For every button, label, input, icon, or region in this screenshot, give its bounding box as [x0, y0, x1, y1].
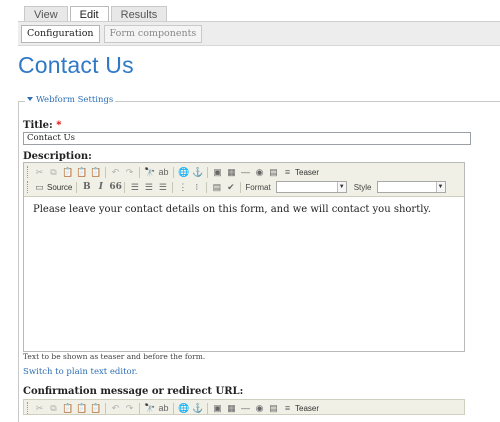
bulleted-list-icon[interactable]: ⁝	[191, 182, 202, 193]
toolbar-grip	[27, 166, 30, 178]
paste-icon[interactable]: 📋	[62, 167, 73, 178]
style-label: Style	[353, 182, 372, 192]
toolbar-row-1: ✂ ⧉ 📋 📋 📋 ↶ ↷ 🔭 ab 🌐 ⚓ ▣ ▦ ― ◉ ▤ ≡ Tease…	[27, 401, 319, 415]
title-label-text: Title:	[23, 120, 53, 131]
tab-configuration[interactable]: Configuration	[21, 25, 100, 43]
teaser-break-icon: ≡	[284, 166, 291, 177]
toolbar-separator	[240, 181, 242, 193]
toolbar-separator	[206, 181, 208, 193]
style-select[interactable]: ▼	[376, 181, 446, 193]
blockquote-icon[interactable]: 66	[109, 182, 122, 193]
confirmation-editor-toolbar: ✂ ⧉ 📋 📋 📋 ↶ ↷ 🔭 ab 🌐 ⚓ ▣ ▦ ― ◉ ▤ ≡ Tease…	[23, 399, 465, 415]
toolbar-row-2: ▭ Source B I 66 ☰ ☰ ☰ ⋮ ⁝ ▤ ✔ Format ▼ S…	[27, 180, 446, 194]
format-label: Format	[245, 182, 271, 192]
flash-icon[interactable]: ◉	[254, 167, 265, 178]
italic-icon[interactable]: I	[95, 182, 106, 193]
confirmation-label: Confirmation message or redirect URL:	[23, 386, 244, 397]
toolbar-row-1: ✂ ⧉ 📋 📋 📋 ↶ ↷ 🔭 ab 🌐 ⚓ ▣ ▦ ― ◉ ▤ ≡ Tease…	[27, 165, 319, 179]
bold-icon[interactable]: B	[81, 182, 92, 193]
chevron-down-icon: ▼	[336, 182, 346, 192]
page-title: Contact Us	[18, 52, 134, 78]
redo-icon[interactable]: ↷	[124, 167, 135, 178]
toolbar-grip	[27, 181, 30, 193]
paste-text-icon[interactable]: 📋	[76, 167, 87, 178]
toolbar-separator	[124, 181, 126, 193]
fieldset-legend-label[interactable]: Webform Settings	[36, 95, 113, 105]
toolbar-grip	[27, 402, 30, 414]
toolbar-separator	[139, 166, 140, 178]
teaser-label: Teaser	[295, 167, 320, 177]
link-icon[interactable]: 🌐	[178, 167, 189, 178]
align-center-icon[interactable]: ☰	[143, 182, 154, 193]
toolbar-separator	[173, 166, 174, 178]
spellcheck-icon[interactable]: ✔	[225, 182, 236, 193]
editor-toolbar: ✂ ⧉ 📋 📋 📋 ↶ ↷ 🔭 ab 🌐 ⚓ ▣ ▦ ― ◉ ▤ ≡ Tease…	[24, 163, 464, 197]
source-icon: ▭	[35, 181, 44, 192]
teaser-button[interactable]: ≡ Teaser	[282, 167, 319, 178]
copy-icon[interactable]: ⧉	[48, 167, 59, 178]
undo-icon[interactable]: ↶	[110, 167, 121, 178]
title-input[interactable]: Contact Us	[23, 132, 471, 145]
format-select[interactable]: ▼	[275, 181, 347, 193]
media-icon[interactable]: ▤	[268, 167, 279, 178]
unlink-icon[interactable]: ⚓	[192, 167, 203, 178]
align-right-icon[interactable]: ☰	[157, 182, 168, 193]
toolbar-separator	[207, 166, 208, 178]
description-help-text: Text to be shown as teaser and before th…	[23, 352, 206, 361]
table-icon[interactable]: ▦	[226, 167, 237, 178]
source-label: Source	[47, 182, 73, 192]
align-left-icon[interactable]: ☰	[129, 182, 140, 193]
toolbar-separator	[76, 181, 78, 193]
secondary-tabs: Configuration Form components	[21, 25, 203, 43]
toolbar-separator	[105, 166, 106, 178]
toolbar-separator	[172, 181, 174, 193]
chevron-down-icon: ▼	[435, 182, 445, 192]
required-marker: *	[56, 120, 62, 131]
horizontal-rule-icon[interactable]: ―	[240, 167, 251, 178]
switch-plain-text-link[interactable]: Switch to plain text editor.	[23, 367, 137, 377]
paste-as-text-icon[interactable]: ▤	[211, 182, 222, 193]
teaser-label: Teaser	[295, 403, 320, 413]
fieldset-legend[interactable]: Webform Settings	[25, 95, 116, 105]
source-button[interactable]: ▭ Source	[34, 182, 72, 193]
description-editor: ✂ ⧉ 📋 📋 📋 ↶ ↷ 🔭 ab 🌐 ⚓ ▣ ▦ ― ◉ ▤ ≡ Tease…	[23, 162, 465, 352]
find-icon[interactable]: 🔭	[144, 167, 155, 178]
collapse-triangle-icon[interactable]	[27, 97, 33, 101]
title-label: Title: *	[23, 120, 61, 131]
tab-form-components[interactable]: Form components	[103, 25, 203, 43]
paste-word-icon[interactable]: 📋	[90, 167, 101, 178]
editor-content[interactable]: Please leave your contact details on thi…	[33, 204, 431, 215]
image-icon[interactable]: ▣	[212, 167, 223, 178]
numbered-list-icon[interactable]: ⋮	[177, 182, 188, 193]
replace-icon[interactable]: ab	[158, 167, 169, 178]
cut-icon[interactable]: ✂	[34, 167, 45, 178]
description-label: Description:	[23, 151, 92, 162]
